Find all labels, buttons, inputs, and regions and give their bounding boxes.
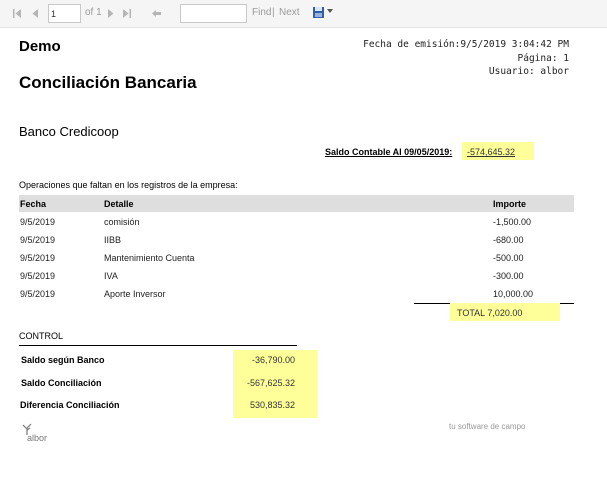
next-link[interactable]: Next	[279, 7, 300, 19]
control-value: -567,625.32	[246, 378, 295, 388]
bank-name: Banco Credicoop	[19, 124, 119, 139]
row-importe: -500.00	[493, 253, 524, 263]
export-icon[interactable]	[312, 6, 326, 19]
saldo-contable-label: Saldo Contable Al 09/05/2019:	[325, 147, 453, 157]
row-detalle: Aporte Inversor	[104, 289, 166, 299]
row-fecha: 9/5/2019	[20, 253, 56, 263]
control-divider	[19, 345, 297, 346]
report-title: Conciliación Bancaria	[19, 73, 197, 92]
operations-title: Operaciones que faltan en los registros …	[19, 180, 238, 190]
row-importe: -680.00	[493, 235, 524, 245]
row-fecha: 9/5/2019	[20, 235, 56, 245]
control-label: Saldo según Banco	[21, 355, 105, 365]
find-input[interactable]	[180, 4, 247, 23]
row-fecha: 9/5/2019	[20, 217, 56, 227]
control-value: 530,835.32	[249, 400, 295, 410]
row-importe: -300.00	[493, 271, 524, 281]
control-title: CONTROL	[19, 331, 64, 341]
total-value: TOTAL 7,020.00	[457, 308, 523, 318]
table-header: Fecha Detalle Importe	[19, 195, 574, 212]
last-page-icon[interactable]	[122, 8, 132, 19]
logo-text: albor	[27, 433, 48, 443]
refresh-icon[interactable]	[151, 8, 162, 19]
row-detalle: comisión	[104, 217, 140, 227]
page-label: Página: 1	[517, 53, 569, 64]
control-value: -36,790.00	[251, 355, 295, 365]
toolbar-separator: |	[272, 7, 275, 18]
first-page-icon[interactable]	[12, 8, 22, 19]
row-fecha: 9/5/2019	[20, 271, 56, 281]
row-detalle: IVA	[104, 271, 118, 281]
row-detalle: IIBB	[104, 235, 122, 245]
saldo-contable-value: -574,645.32	[467, 147, 516, 157]
column-fecha: Fecha	[20, 199, 47, 209]
row-importe: 10,000.00	[493, 289, 534, 299]
find-link[interactable]: Find	[252, 7, 271, 19]
previous-page-icon[interactable]	[31, 8, 39, 19]
page-number-input[interactable]	[48, 4, 81, 23]
export-dropdown-icon[interactable]	[327, 9, 333, 13]
page-count-label: of 1	[85, 7, 102, 18]
control-label: Saldo Conciliación	[21, 378, 102, 388]
control-label: Diferencia Conciliación	[20, 400, 120, 410]
emission-date: Fecha de emisión:9/5/2019 3:04:42 PM	[363, 39, 569, 50]
next-page-icon[interactable]	[107, 8, 115, 19]
column-detalle: Detalle	[104, 199, 134, 209]
row-importe: -1,500.00	[493, 217, 532, 227]
row-fecha: 9/5/2019	[20, 289, 56, 299]
row-detalle: Mantenimiento Cuenta	[104, 253, 195, 263]
tagline: tu software de campo	[449, 422, 526, 431]
column-importe: Importe	[493, 199, 527, 209]
user-label: Usuario: albor	[488, 66, 569, 77]
company-name: Demo	[19, 38, 61, 55]
report-toolbar: of 1 Find | Next	[0, 0, 607, 28]
